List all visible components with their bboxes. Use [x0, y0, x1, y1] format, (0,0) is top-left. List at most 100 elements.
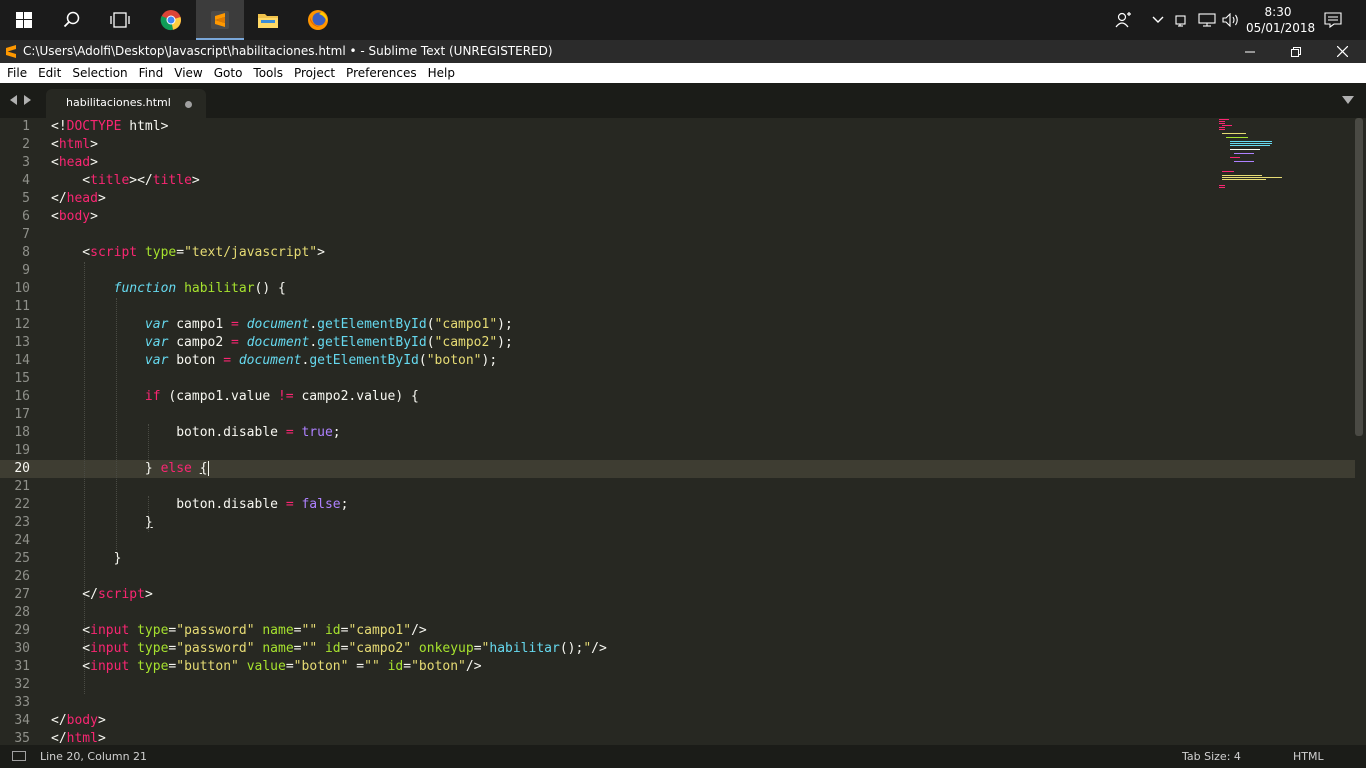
minimap[interactable]: [1217, 118, 1337, 198]
display-button[interactable]: [1196, 0, 1218, 40]
minimize-button[interactable]: [1227, 40, 1273, 63]
tab-forward-arrow-icon[interactable]: [24, 95, 31, 105]
code-line: } else {: [51, 461, 209, 476]
vertical-scrollbar[interactable]: [1355, 118, 1363, 436]
restore-button[interactable]: [1273, 40, 1319, 63]
menu-tools[interactable]: Tools: [253, 66, 283, 80]
panel-toggle-icon[interactable]: [12, 751, 26, 761]
people-button[interactable]: [1110, 0, 1138, 40]
line-number: 14: [14, 353, 30, 368]
menu-edit[interactable]: Edit: [38, 66, 61, 80]
code-line: function habilitar() {: [113, 281, 286, 296]
line-number: 2: [22, 137, 30, 152]
minimize-icon: [1245, 51, 1255, 52]
menu-project[interactable]: Project: [294, 66, 335, 80]
line-number: 18: [14, 425, 30, 440]
show-hidden-icons-button[interactable]: [1148, 0, 1168, 40]
syntax-selector[interactable]: HTML: [1293, 750, 1324, 763]
task-view-button[interactable]: [96, 0, 144, 40]
line-number: 30: [14, 641, 30, 656]
line-number: 22: [14, 497, 30, 512]
close-button[interactable]: [1319, 40, 1365, 63]
line-number: 33: [14, 695, 30, 710]
volume-button[interactable]: [1220, 0, 1242, 40]
line-number: 13: [14, 335, 30, 350]
sublime-text-icon: [211, 11, 229, 29]
code-text[interactable]: <!DOCTYPE html> <html> <head> <title></t…: [51, 118, 607, 745]
line-number: 8: [22, 245, 30, 260]
code-line: var campo1 = document.getElementById("ca…: [144, 317, 513, 332]
firefox-icon: [308, 10, 328, 30]
chevron-up-icon: [1152, 16, 1164, 23]
menu-find[interactable]: Find: [139, 66, 164, 80]
line-number: 29: [14, 623, 30, 638]
clock-date: 05/01/2018: [1246, 21, 1316, 35]
menu-bar: File Edit Selection Find View Goto Tools…: [0, 63, 1366, 83]
line-number: 17: [14, 407, 30, 422]
line-number: 23: [14, 515, 30, 530]
menu-selection[interactable]: Selection: [72, 66, 127, 80]
tab-bar: habilitaciones.html: [0, 83, 1366, 118]
sublime-text-icon: [6, 45, 16, 58]
code-line: </html>: [51, 731, 106, 745]
code-line: </body>: [51, 713, 106, 728]
network-icon: [1175, 15, 1186, 27]
windows-start-icon: [16, 12, 32, 28]
close-icon: [1336, 46, 1348, 57]
code-line: <input type="password" name="" id="campo…: [51, 641, 607, 656]
code-line: <html>: [51, 137, 98, 152]
network-button[interactable]: [1172, 0, 1194, 40]
firefox-taskbar-button[interactable]: [294, 0, 342, 40]
menu-goto[interactable]: Goto: [214, 66, 243, 80]
code-editor[interactable]: 1 2 3 4 5 6 7 8 9 10 11 12 13 14 15 16 17 18 19 20 21 22 23 24 2…: [0, 118, 1366, 745]
sublime-text-taskbar-button[interactable]: [196, 0, 244, 40]
code-line: <head>: [51, 155, 98, 170]
windows-start-button[interactable]: [0, 0, 48, 40]
tab-size-selector[interactable]: Tab Size: 4: [1182, 750, 1241, 763]
action-center-button[interactable]: [1320, 0, 1346, 40]
unsaved-dot-icon[interactable]: [185, 101, 192, 108]
line-number: 19: [14, 443, 30, 458]
tab-habilitaciones[interactable]: habilitaciones.html: [46, 89, 206, 118]
code-line: <body>: [51, 209, 98, 224]
line-number: 27: [14, 587, 30, 602]
line-number: 35: [14, 731, 30, 745]
code-line: <input type="password" name="" id="campo…: [51, 623, 427, 638]
code-line: if (campo1.value != campo2.value) {: [144, 389, 419, 404]
line-number: 32: [14, 677, 30, 692]
chrome-taskbar-button[interactable]: [147, 0, 195, 40]
menu-view[interactable]: View: [174, 66, 202, 80]
line-number: 11: [14, 299, 30, 314]
volume-icon: [1222, 13, 1238, 27]
restore-icon: [1291, 46, 1301, 57]
code-line: </head>: [51, 191, 106, 206]
chrome-icon: [160, 10, 181, 31]
status-bar: Line 20, Column 21 Tab Size: 4 HTML: [0, 745, 1366, 768]
cursor-position: Line 20, Column 21: [40, 750, 148, 763]
line-number: 9: [22, 263, 30, 278]
file-explorer-taskbar-button[interactable]: [244, 0, 292, 40]
line-number: 21: [14, 479, 30, 494]
code-line: }: [51, 551, 122, 566]
line-number: 7: [22, 227, 30, 242]
taskbar-clock[interactable]: 8:30 05/01/2018: [1246, 4, 1316, 36]
line-number-gutter: 1 2 3 4 5 6 7 8 9 10 11 12 13 14 15 16 17 18 19 20 21 22 23 24 2…: [0, 118, 40, 745]
tab-back-arrow-icon[interactable]: [10, 95, 17, 105]
menu-file[interactable]: File: [7, 66, 27, 80]
window-title-bar[interactable]: C:\Users\Adolfi\Desktop\Javascript\habil…: [0, 40, 1366, 63]
search-icon: [63, 11, 80, 28]
line-number: 25: [14, 551, 30, 566]
menu-preferences[interactable]: Preferences: [346, 66, 417, 80]
clock-time: 8:30: [1264, 5, 1292, 19]
tab-list-dropdown-icon[interactable]: [1342, 96, 1354, 104]
menu-help[interactable]: Help: [428, 66, 455, 80]
text-cursor: [207, 461, 209, 476]
line-number: 5: [22, 191, 30, 206]
code-line: boton.disable = false;: [51, 497, 349, 512]
search-button[interactable]: [48, 0, 96, 40]
